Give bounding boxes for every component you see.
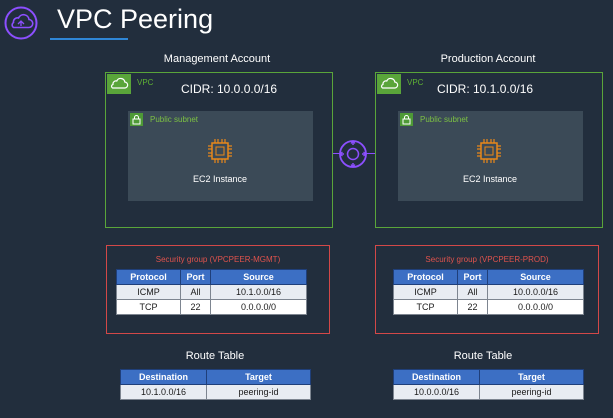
route-table-title: Route Table xyxy=(185,350,245,362)
table-cell: 0.0.0.0/0 xyxy=(210,299,307,315)
table-cell: ICMP xyxy=(393,284,458,300)
column-header: Source xyxy=(487,269,584,285)
vpc-cloud-icon xyxy=(107,74,131,94)
table-header-row: Protocol Port Source xyxy=(393,269,584,285)
route-table: Destination Target 10.0.0.0/16 peering-i… xyxy=(393,369,584,400)
table-row: 10.1.0.0/16 peering-id xyxy=(120,384,311,400)
table-cell: 10.1.0.0/16 xyxy=(120,384,207,400)
ec2-instance-label: EC2 Instance xyxy=(462,174,518,184)
account-title-management: Management Account xyxy=(163,53,271,65)
route-table: Destination Target 10.1.0.0/16 peering-i… xyxy=(120,369,311,400)
public-subnet: Public subnet EC2 Instance xyxy=(398,111,583,201)
vpc-label: VPC xyxy=(407,78,424,87)
table-header-row: Protocol Port Source xyxy=(116,269,307,285)
table-cell: 0.0.0.0/0 xyxy=(487,299,584,315)
table-cell: TCP xyxy=(116,299,181,315)
ec2-instance-label: EC2 Instance xyxy=(192,174,248,184)
table-cell: 10.0.0.0/16 xyxy=(393,384,480,400)
lock-icon xyxy=(130,113,143,126)
column-header: Destination xyxy=(393,369,480,385)
vpc-management: VPC CIDR: 10.0.0.0/16 Public subnet EC2 … xyxy=(105,72,333,228)
table-cell: peering-id xyxy=(206,384,311,400)
table-cell: 22 xyxy=(457,299,488,315)
table-row: ICMP All 10.1.0.0/16 xyxy=(116,284,307,300)
public-subnet: Public subnet EC2 Instance xyxy=(128,111,313,201)
security-group-title: Security group (VPCPEER-MGMT) xyxy=(155,255,281,264)
column-header: Protocol xyxy=(393,269,458,285)
table-cell: 10.1.0.0/16 xyxy=(210,284,307,300)
table-cell: All xyxy=(457,284,488,300)
vpc-production: VPC CIDR: 10.1.0.0/16 Public subnet EC2 … xyxy=(375,72,603,228)
subnet-label: Public subnet xyxy=(150,115,199,124)
vpc-cidr: CIDR: 10.0.0.0/16 xyxy=(181,82,278,96)
security-group-title: Security group (VPCPEER-PROD) xyxy=(425,255,549,264)
table-row: TCP 22 0.0.0.0/0 xyxy=(393,299,584,315)
table-cell: ICMP xyxy=(116,284,181,300)
page-title: VPC Peering xyxy=(57,4,214,34)
column-header: Target xyxy=(479,369,584,385)
vpc-logo-icon xyxy=(4,6,38,40)
security-group-table: Protocol Port Source ICMP All 10.0.0.0/1… xyxy=(393,269,584,315)
ec2-chip-icon xyxy=(208,139,232,163)
security-group-table: Protocol Port Source ICMP All 10.1.0.0/1… xyxy=(116,269,307,315)
account-title-production: Production Account xyxy=(440,53,536,65)
column-header: Protocol xyxy=(116,269,181,285)
vpc-label: VPC xyxy=(137,78,154,87)
ec2-chip-icon xyxy=(477,139,501,163)
table-cell: 10.0.0.0/16 xyxy=(487,284,584,300)
column-header: Port xyxy=(180,269,211,285)
subnet-label: Public subnet xyxy=(420,115,469,124)
column-header: Source xyxy=(210,269,307,285)
column-header: Target xyxy=(206,369,311,385)
table-header-row: Destination Target xyxy=(393,369,584,385)
table-row: 10.0.0.0/16 peering-id xyxy=(393,384,584,400)
table-cell: All xyxy=(180,284,211,300)
peering-connection-icon xyxy=(338,139,368,169)
table-cell: TCP xyxy=(393,299,458,315)
route-table-title: Route Table xyxy=(453,350,513,362)
table-row: TCP 22 0.0.0.0/0 xyxy=(116,299,307,315)
title-underline xyxy=(50,38,128,40)
table-row: ICMP All 10.0.0.0/16 xyxy=(393,284,584,300)
vpc-cloud-icon xyxy=(377,74,401,94)
column-header: Destination xyxy=(120,369,207,385)
lock-icon xyxy=(400,113,413,126)
table-cell: peering-id xyxy=(479,384,584,400)
column-header: Port xyxy=(457,269,488,285)
table-cell: 22 xyxy=(180,299,211,315)
vpc-cidr: CIDR: 10.1.0.0/16 xyxy=(437,82,534,96)
table-header-row: Destination Target xyxy=(120,369,311,385)
